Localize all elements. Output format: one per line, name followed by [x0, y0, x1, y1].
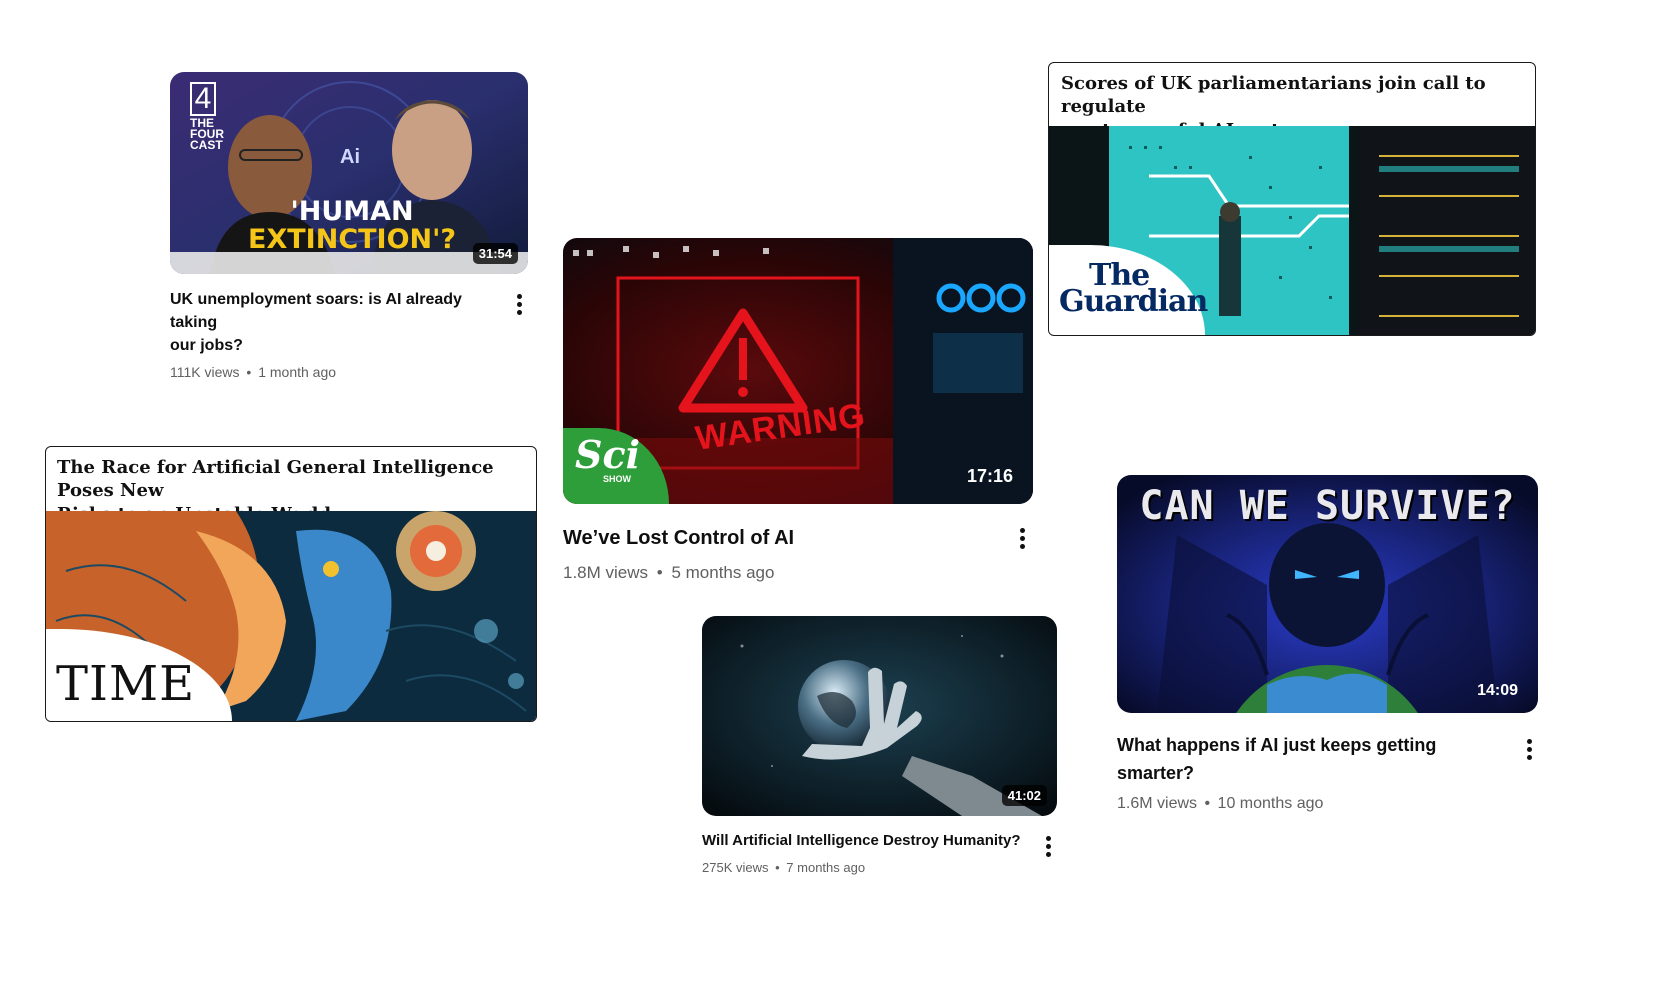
video-title-line: our jobs? [170, 337, 243, 355]
ai-badge: Ai [340, 146, 360, 168]
video-duration: 17:16 [966, 466, 1013, 486]
video-title-line: smarter? [1117, 763, 1195, 783]
article-headline[interactable]: Scores of UK parliamentarians join call … [1049, 63, 1535, 141]
headline-line: The Race for Artificial General Intellig… [57, 457, 494, 502]
upload-age: 1 month ago [258, 363, 337, 380]
upload-age: 5 months ago [671, 563, 775, 582]
video-thumbnail[interactable]: 4 THE FOUR CAST Ai 'HUMAN EXTINCTION'? 3… [170, 72, 528, 274]
video-stats: 111K views • 1 month ago [170, 364, 511, 380]
video-title[interactable]: We’ve Lost Control of AI [563, 524, 794, 553]
video-duration: 14:09 [1477, 682, 1518, 699]
dot-separator: • [656, 563, 663, 582]
view-count: 1.8M views [563, 563, 649, 582]
article-image: TIME [46, 511, 536, 721]
video-title[interactable]: UK unemployment soars: is AI already tak… [170, 288, 511, 358]
more-options-icon[interactable] [511, 290, 528, 319]
video-title-line: What happens if AI just keeps getting [1117, 735, 1437, 755]
thumbnail-headline: CAN WE SURVIVE? [1139, 483, 1516, 529]
article-card-guardian[interactable]: Scores of UK parliamentarians join call … [1048, 62, 1536, 336]
video-title-line: Will Artificial Intelligence Destroy Hum… [702, 832, 1021, 849]
article-card-time[interactable]: The Race for Artificial General Intellig… [45, 446, 537, 722]
video-card-keeps-getting-smarter[interactable]: CAN WE SURVIVE? 14:09 What happens if AI… [1117, 475, 1538, 813]
video-thumbnail[interactable]: CAN WE SURVIVE? 14:09 [1117, 475, 1538, 713]
video-duration: 41:02 [1001, 785, 1047, 806]
video-stats: 1.6M views • 10 months ago [1117, 795, 1436, 813]
more-options-icon[interactable] [1040, 832, 1057, 861]
article-headline[interactable]: The Race for Artificial General Intellig… [46, 447, 536, 525]
video-thumbnail[interactable]: 41:02 [702, 616, 1057, 816]
video-duration: 31:54 [472, 243, 518, 264]
video-title[interactable]: What happens if AI just keeps getting sm… [1117, 731, 1436, 787]
dot-separator: • [1204, 795, 1211, 812]
video-card-lost-control[interactable]: WARNING Sci SHOW 17:16 We’ve Lost Contro… [563, 238, 1033, 583]
view-count: 111K views [170, 363, 240, 380]
upload-age: 10 months ago [1217, 795, 1324, 812]
view-count: 275K views [702, 859, 769, 875]
channel-logo: 4 THE FOUR CAST [190, 82, 224, 152]
video-title-line: UK unemployment soars: is AI already tak… [170, 291, 462, 332]
video-card-unemployment[interactable]: 4 THE FOUR CAST Ai 'HUMAN EXTINCTION'? 3… [170, 72, 528, 380]
upload-age: 7 months ago [786, 859, 866, 875]
article-image: The Guardian [1049, 126, 1535, 335]
headline-line: Scores of UK parliamentarians join call … [1061, 73, 1486, 118]
dot-separator: • [246, 363, 252, 380]
view-count: 1.6M views [1117, 795, 1198, 812]
video-title-line: We’ve Lost Control of AI [563, 527, 795, 549]
more-options-icon[interactable] [1521, 735, 1538, 764]
video-thumbnail[interactable]: WARNING Sci SHOW 17:16 [563, 238, 1033, 504]
video-stats: 275K views • 7 months ago [702, 860, 1021, 875]
dot-separator: • [775, 859, 780, 875]
video-title[interactable]: Will Artificial Intelligence Destroy Hum… [702, 830, 1021, 852]
video-card-destroy-humanity[interactable]: 41:02 Will Artificial Intelligence Destr… [702, 616, 1057, 875]
more-options-icon[interactable] [1014, 524, 1031, 553]
thumbnail-headline: 'HUMAN EXTINCTION'? [248, 196, 457, 255]
video-stats: 1.8M views • 5 months ago [563, 563, 794, 583]
